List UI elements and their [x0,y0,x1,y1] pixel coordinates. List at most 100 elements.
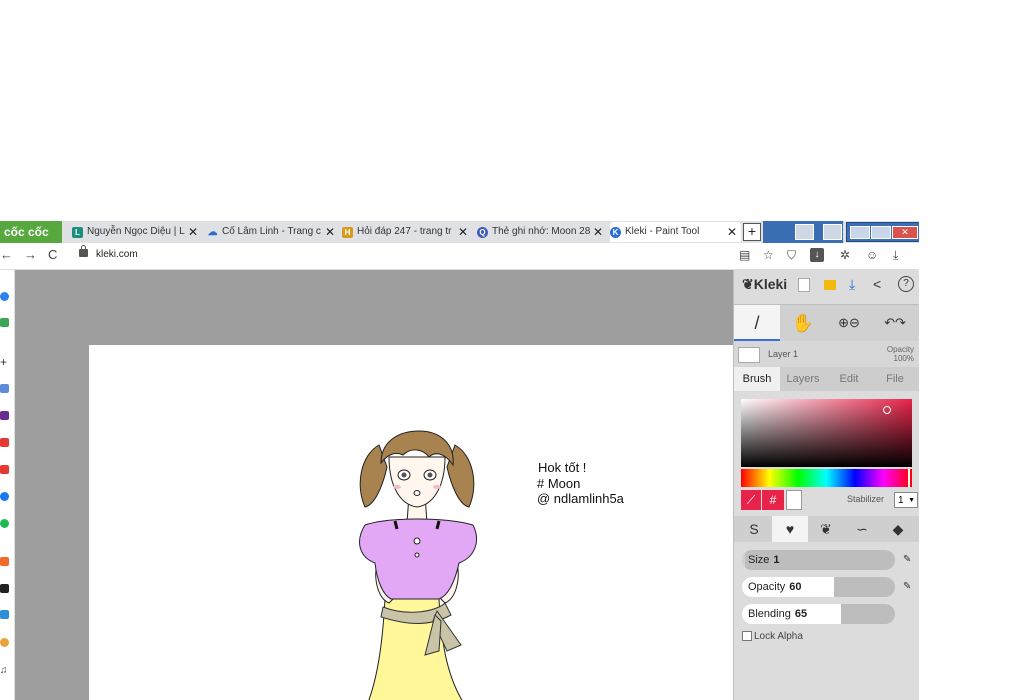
shield-icon[interactable]: ⛉ [787,248,796,263]
sidebar-app-icon[interactable] [0,384,9,393]
lock-alpha-label: Lock Alpha [754,631,803,642]
tab-title: Thẻ ghi nhớ: Moon 28 [492,226,591,237]
sidebar-app-icon[interactable] [0,638,9,647]
drawing-canvas[interactable]: Hok tốt ! # Moon @ ndlamlinh5a [89,345,733,700]
pen-pressure-icon[interactable]: ✎ [903,581,913,592]
window-controls: ✕ [846,222,919,242]
close-window-icon[interactable]: ✕ [892,226,918,239]
color-picker-square[interactable] [741,399,912,467]
blending-slider[interactable]: Blending 65 [742,604,895,624]
opacity-value: 60 [789,581,802,593]
close-tab-icon[interactable]: ✕ [593,222,603,242]
size-slider[interactable]: Size 1 [742,550,895,570]
eraser-icon[interactable]: ◆ [880,516,916,542]
spotify-icon[interactable] [0,519,9,528]
kleki-logo-text: Kleki [753,276,788,292]
blend-brush-icon[interactable]: ♥ [772,516,808,542]
size-label: Size [748,554,770,566]
open-folder-icon[interactable] [824,280,836,290]
tab-brush[interactable]: Brush [734,367,780,391]
layer-row[interactable]: Layer 1 Opacity 100% [734,341,919,367]
star-icon[interactable]: ☆ [763,248,774,262]
lock-alpha-toggle[interactable]: Lock Alpha [742,631,803,642]
sidebar-app-icon[interactable] [0,318,9,327]
url-field[interactable]: kleki.com [96,249,138,260]
translate-icon[interactable]: ▤ [739,248,750,262]
layer-thumbnail [738,347,760,363]
secondary-color-swatch[interactable] [786,490,802,510]
new-file-icon[interactable] [798,278,810,292]
kleki-logo[interactable]: ❦Kleki [742,276,787,293]
chevron-down-icon: ▼ [908,497,915,504]
opacity-slider[interactable]: Opacity 60 [742,577,895,597]
canvas-area[interactable]: Hok tốt ! # Moon @ ndlamlinh5a [15,270,733,700]
maximize-icon[interactable] [871,226,891,239]
youtube-icon[interactable] [0,438,9,447]
pixel-brush-icon[interactable]: ∽ [844,516,880,542]
close-tab-icon[interactable]: ✕ [727,222,737,242]
reload-icon[interactable]: C [48,247,57,262]
back-icon[interactable]: ← [0,247,13,262]
size-slider-fill [742,550,746,570]
color-picker-handle[interactable] [883,406,891,414]
minimize-icon[interactable] [850,226,870,239]
hue-slider[interactable] [741,469,912,487]
tab-layers[interactable]: Layers [780,367,826,391]
lock-alpha-checkbox[interactable] [742,631,752,642]
facebook-icon[interactable] [0,492,9,501]
extensions-icon[interactable]: ✲ [840,248,850,262]
artwork-text-line3: @ ndlamlinh5a [537,491,624,506]
close-tab-icon[interactable]: ✕ [458,222,468,242]
layer-opacity: Opacity 100% [886,345,914,363]
tab-co-lam-linh[interactable]: ☁ Cố Lâm Linh - Trang c ✕ [207,222,339,242]
new-tab-button[interactable]: + [743,223,761,241]
cloud-icon: ☁ [207,226,218,238]
undo-redo-icon[interactable]: ↶↷ [872,305,918,341]
tab-favicon-icon: Q [477,226,488,238]
pen-brush-icon[interactable]: S [736,516,772,542]
download-box-icon[interactable]: ↓ [810,248,824,262]
help-icon[interactable]: ? [898,276,914,292]
tab-favicon-icon: K [610,226,621,238]
onenote-icon[interactable] [0,411,9,420]
kleki-side-panel: ❦Kleki ⤓ < ? / ✋ ⊕⊖ ↶↷ Layer 1 Opacity 10… [733,270,919,700]
artwork-text-line2: # Moon [537,476,581,491]
add-icon[interactable]: + [0,356,9,368]
messenger-icon[interactable] [0,292,9,301]
share-icon[interactable]: < [873,276,881,292]
brush-tool-icon[interactable]: / [734,305,780,341]
tab-title: Kleki - Paint Tool [625,226,700,237]
zoom-icon[interactable]: ⊕⊖ [826,305,872,341]
hex-input-button[interactable]: # [762,490,784,510]
tab-edit[interactable]: Edit [826,367,872,391]
hand-tool-icon[interactable]: ✋ [780,305,826,341]
sidebar-app-icon[interactable] [0,610,9,619]
hue-slider-handle[interactable] [908,469,910,487]
forward-icon[interactable]: → [24,247,37,262]
tab-nguyen-ngoc-dieu[interactable]: L Nguyễn Ngọc Diệu | L ✕ [72,222,202,242]
tab-title: Nguyễn Ngọc Diệu | L [87,226,185,237]
tab-kleki[interactable]: K Kleki - Paint Tool ✕ [610,222,741,242]
sketchy-brush-icon[interactable]: ❦ [808,516,844,542]
close-tab-icon[interactable]: ✕ [325,222,335,242]
tab-file[interactable]: File [872,367,918,391]
panel-tabs: Brush Layers Edit File [734,367,919,391]
browser-window: cốc cốc L Nguyễn Ngọc Diệu | L ✕ ☁ Cố Lâm … [0,221,919,700]
download-icon[interactable]: ⤓ [849,276,855,293]
tab-the-ghi-nho[interactable]: Q Thẻ ghi nhớ: Moon 28 ✕ [477,222,607,242]
close-tab-icon[interactable]: ✕ [188,222,198,242]
downloads-icon[interactable]: ⤓ [893,248,898,263]
stabilizer-label: Stabilizer [847,494,885,504]
youtube-icon[interactable] [0,465,9,474]
stabilizer-select[interactable]: 1 ▼ [894,492,918,508]
tv-icon[interactable] [0,584,9,593]
eyedropper-icon[interactable]: ⟋ [741,490,761,510]
back-arrow-icon[interactable] [823,224,842,240]
profile-icon[interactable]: ☺ [866,248,878,262]
screen-capture-icon[interactable] [795,224,814,240]
sidebar-app-icon[interactable] [0,557,9,566]
tab-hoi-dap-247[interactable]: H Hỏi đáp 247 - trang tr ✕ [342,222,472,242]
bell-icon[interactable]: ♫ [0,666,9,676]
coccoc-brand-button[interactable]: cốc cốc [0,221,62,243]
pen-pressure-icon[interactable]: ✎ [903,554,913,565]
